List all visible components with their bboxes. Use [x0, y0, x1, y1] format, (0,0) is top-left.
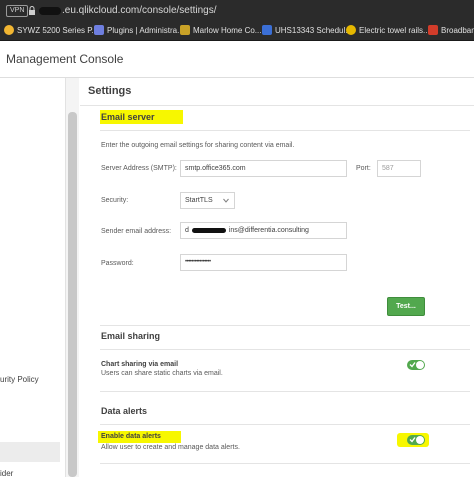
lock-icon: [29, 6, 35, 15]
test-button[interactable]: Test...: [387, 297, 425, 316]
port-input[interactable]: 587: [377, 160, 421, 177]
bookmark-label: Broadband: [441, 25, 474, 35]
check-icon: [409, 362, 416, 368]
page-title: Settings: [88, 85, 132, 97]
divider: [100, 130, 470, 131]
browser-address-bar[interactable]: VPN .eu.qlikcloud.com/console/settings/: [0, 0, 474, 22]
data-alerts-toggle[interactable]: [407, 435, 425, 445]
security-select[interactable]: StartTLS: [180, 192, 235, 209]
bookmark-label: Marlow Home Co...: [193, 25, 262, 35]
sender-email-input[interactable]: d ins@differentia.consulting: [180, 222, 347, 239]
bookmark-item[interactable]: SYWZ 5200 Series P...: [4, 25, 98, 35]
password-input[interactable]: ••••••••••••••••: [180, 254, 347, 271]
bookmark-label: SYWZ 5200 Series P...: [17, 25, 99, 35]
app-title: Management Console: [6, 52, 124, 66]
bookmark-favicon-icon: [428, 25, 438, 35]
sender-email-label: Sender email address:: [101, 228, 172, 235]
server-address-label: Server Address (SMTP):: [101, 165, 177, 172]
port-label: Port:: [356, 165, 371, 172]
security-select-value: StartTLS: [185, 197, 213, 204]
bookmark-item[interactable]: Broadband: [428, 25, 474, 35]
bookmark-item[interactable]: Marlow Home Co...: [180, 25, 261, 35]
email-server-description: Enter the outgoing email settings for sh…: [101, 142, 295, 149]
sidebar-item-selected[interactable]: [0, 442, 60, 462]
bookmark-favicon-icon: [346, 25, 356, 35]
divider: [100, 391, 470, 392]
bookmark-favicon-icon: [94, 25, 104, 35]
check-icon: [409, 437, 416, 443]
divider: [100, 325, 470, 326]
section-title-email-sharing: Email sharing: [101, 331, 161, 341]
sidebar-scroll-thumb[interactable]: [68, 112, 77, 477]
server-address-input[interactable]: smtp.office365.com: [180, 160, 347, 177]
bookmark-label: Plugins | Administra...: [107, 25, 184, 35]
bookmark-item[interactable]: Plugins | Administra...: [94, 25, 184, 35]
chart-sharing-toggle[interactable]: [407, 360, 425, 370]
chevron-down-icon: [223, 198, 229, 203]
chart-sharing-description: Users can share static charts via email.: [101, 370, 223, 377]
sidebar-item-provider[interactable]: ider: [0, 469, 13, 477]
redacted-email-part: [191, 227, 226, 233]
bookmark-item[interactable]: Electric towel rails...: [346, 25, 430, 35]
divider: [100, 349, 470, 350]
redacted-subdomain: [39, 7, 61, 15]
bookmark-item[interactable]: UHS13343 Schedul...: [262, 25, 352, 35]
password-label: Password:: [101, 260, 134, 267]
bookmark-favicon-icon: [4, 25, 14, 35]
bookmark-label: UHS13343 Schedul...: [275, 25, 352, 35]
bookmark-favicon-icon: [262, 25, 272, 35]
sender-email-prefix: d: [185, 227, 189, 234]
app-header: Management Console: [0, 41, 474, 78]
divider: [100, 424, 470, 425]
chart-sharing-title: Chart sharing via email: [101, 361, 179, 368]
toggle-knob: [416, 361, 424, 369]
section-title-data-alerts: Data alerts: [101, 406, 148, 416]
enable-data-alerts-title: Enable data alerts: [98, 431, 181, 443]
toggle-knob: [416, 436, 424, 444]
divider: [80, 105, 474, 106]
url-text[interactable]: .eu.qlikcloud.com/console/settings/: [62, 5, 217, 16]
enable-data-alerts-description: Allow user to create and manage data ale…: [101, 444, 240, 451]
sidebar: urity Policy ider: [0, 78, 65, 477]
vpn-badge[interactable]: VPN: [6, 5, 29, 17]
settings-panel: Settings Email server Enter the outgoing…: [80, 78, 474, 477]
security-label: Security:: [101, 197, 129, 204]
divider: [100, 463, 470, 464]
sidebar-item-security-policy[interactable]: urity Policy: [0, 375, 39, 384]
bookmarks-bar: SYWZ 5200 Series P... Plugins | Administ…: [0, 22, 474, 41]
bookmark-label: Electric towel rails...: [359, 25, 430, 35]
section-title-email-server: Email server: [100, 110, 183, 124]
sender-email-suffix: ins@differentia.consulting: [228, 227, 309, 234]
bookmark-favicon-icon: [180, 25, 190, 35]
